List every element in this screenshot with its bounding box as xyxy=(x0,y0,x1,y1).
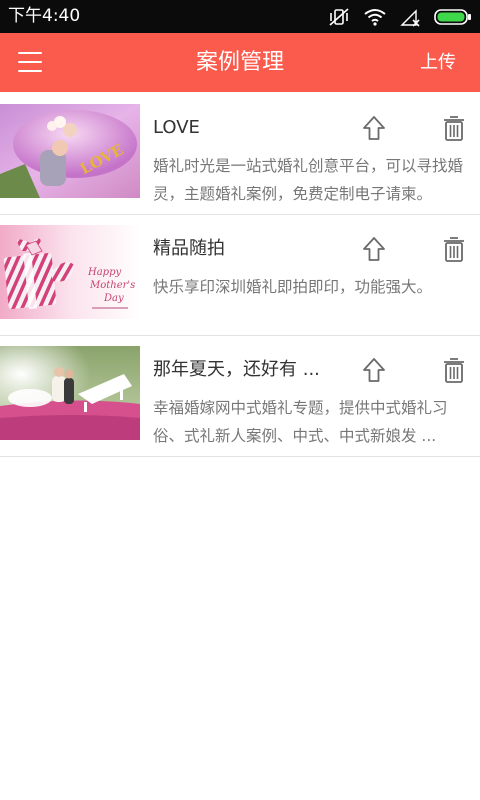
list-item[interactable]: Happy Mother's Day 精品随拍 快乐享印深圳婚礼即拍即印，功能强… xyxy=(0,225,480,336)
app-bar: 案例管理 上传 xyxy=(0,33,480,92)
case-description: 幸福婚嫁网中式婚礼专题，提供中式婚礼习俗、式礼新人案例、中式、中式新娘发 ... xyxy=(153,399,448,445)
page-title: 案例管理 xyxy=(195,50,284,75)
arrow-up-icon[interactable] xyxy=(360,356,388,384)
trash-icon[interactable] xyxy=(440,235,468,263)
svg-text:Mother's: Mother's xyxy=(89,280,135,291)
trash-icon[interactable] xyxy=(440,114,468,142)
vibrate-mute-icon xyxy=(329,8,349,26)
svg-text:Day: Day xyxy=(103,293,124,304)
arrow-up-icon[interactable] xyxy=(360,235,388,263)
case-description: 快乐享印深圳婚礼即拍即印，功能强大。 xyxy=(153,278,433,296)
status-bar: 下午4:40 xyxy=(0,0,480,33)
no-signal-icon xyxy=(400,9,420,27)
case-description: 婚礼时光是一站式婚礼创意平台，可以寻找婚灵，主题婚礼案例，免费定制电子请柬。 xyxy=(153,157,464,203)
trash-icon[interactable] xyxy=(440,356,468,384)
upload-button[interactable]: 上传 xyxy=(420,51,456,75)
status-time: 下午4:40 xyxy=(8,6,81,26)
wifi-icon xyxy=(364,9,386,26)
status-icons xyxy=(328,4,472,30)
couple-piano-flower-field-photo[interactable] xyxy=(0,346,140,440)
list-item[interactable]: LOVE LOVE 婚礼时光是一站式婚礼创意平台，可以寻找婚灵，主题婚礼案例，免… xyxy=(0,104,480,215)
mothers-day-gift-box-photo[interactable]: Happy Mother's Day xyxy=(0,225,140,319)
arrow-up-icon[interactable] xyxy=(360,114,388,142)
svg-text:Happy: Happy xyxy=(87,267,121,278)
case-title: 那年夏天，还好有 ... xyxy=(153,359,320,380)
case-list: LOVE LOVE 婚礼时光是一站式婚礼创意平台，可以寻找婚灵，主题婚礼案例，免… xyxy=(0,104,480,467)
battery-icon xyxy=(434,9,471,25)
case-title: 精品随拍 xyxy=(153,238,225,259)
case-title: LOVE xyxy=(153,117,200,138)
wedding-couple-pink-gown-photo[interactable]: LOVE xyxy=(0,104,140,198)
list-item[interactable]: 那年夏天，还好有 ... 幸福婚嫁网中式婚礼专题，提供中式婚礼习俗、式礼新人案例… xyxy=(0,346,480,457)
